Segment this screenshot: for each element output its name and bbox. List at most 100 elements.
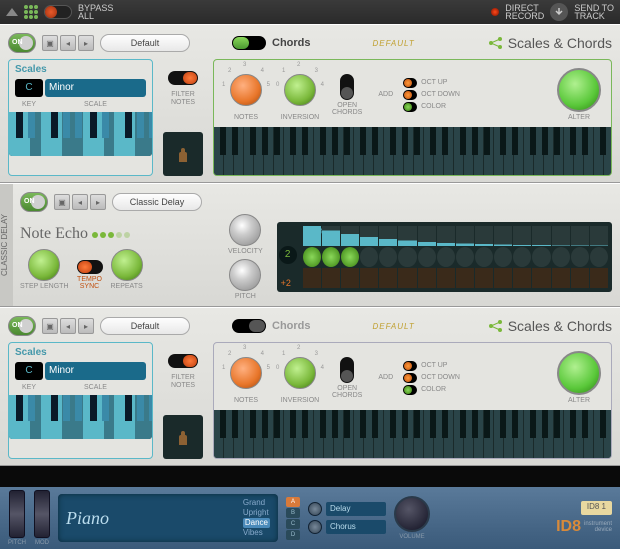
fx1-knob[interactable] bbox=[308, 502, 322, 516]
alter-label: ALTER bbox=[568, 114, 590, 121]
notes-label: NOTES bbox=[234, 397, 258, 404]
pitch-wheel[interactable] bbox=[9, 490, 25, 538]
volume-label: VOLUME bbox=[399, 534, 424, 540]
expand-icon[interactable] bbox=[6, 8, 18, 16]
oct-up-toggle[interactable] bbox=[403, 78, 417, 88]
bypass-all-label: BYPASS ALL bbox=[78, 4, 113, 20]
slot-A[interactable]: A bbox=[286, 497, 300, 507]
volume-knob[interactable] bbox=[394, 496, 430, 532]
id8-patch-name[interactable]: ID8 1 bbox=[581, 501, 612, 515]
patch-name-display[interactable]: Classic Delay bbox=[112, 193, 202, 211]
step-length-knob[interactable] bbox=[28, 249, 60, 281]
scales-title: Scales bbox=[15, 64, 146, 75]
device-brand: Note Echo bbox=[20, 225, 220, 243]
color-toggle[interactable] bbox=[403, 385, 417, 395]
add-label: ADD bbox=[378, 374, 393, 381]
echo-display: 77% 2 +2 bbox=[277, 222, 612, 292]
oct-up-toggle[interactable] bbox=[403, 361, 417, 371]
note-echo-device: CLASSIC DELAY ▣ ◂ ▸ Classic Delay Note E… bbox=[0, 183, 620, 307]
scales-chords-device-2: ▣ ◂ ▸ Default Chords DEFAULT Scales & Ch… bbox=[0, 307, 620, 466]
scales-section: Scales C Minor KEYSCALE bbox=[8, 342, 153, 459]
alter-label: ALTER bbox=[568, 397, 590, 404]
patch-prev-icon[interactable]: ◂ bbox=[72, 194, 88, 210]
mod-wheel[interactable] bbox=[34, 490, 50, 538]
brand-icon bbox=[488, 318, 504, 334]
browse-folder-icon[interactable]: ▣ bbox=[54, 194, 70, 210]
pitch-offset-display: +2 bbox=[281, 278, 291, 288]
send-to-track-button[interactable] bbox=[550, 3, 568, 21]
patch-name-display[interactable]: Default bbox=[100, 34, 190, 52]
tempo-sync-toggle[interactable] bbox=[77, 260, 103, 274]
fx2-knob[interactable] bbox=[308, 520, 322, 534]
direct-record-led[interactable] bbox=[491, 8, 499, 16]
power-toggle[interactable] bbox=[20, 192, 48, 212]
scales-chords-device-1: ▣ ◂ ▸ Default Chords DEFAULT Scales & Ch… bbox=[0, 24, 620, 183]
oct-down-label: OCT DOWN bbox=[421, 374, 460, 381]
preset-list: GrandUprightDanceVibes bbox=[243, 498, 270, 538]
add-label: ADD bbox=[378, 91, 393, 98]
alter-knob[interactable] bbox=[557, 68, 601, 112]
slot-B[interactable]: B bbox=[286, 508, 300, 518]
id8-display[interactable]: Piano GrandUprightDanceVibes bbox=[58, 494, 278, 542]
color-label: COLOR bbox=[421, 386, 446, 393]
nine-dot-icon[interactable] bbox=[24, 5, 38, 19]
patch-name-display[interactable]: Default bbox=[100, 317, 190, 335]
open-chords-label: OPEN CHORDS bbox=[332, 385, 362, 399]
chords-enable-toggle[interactable] bbox=[232, 36, 266, 50]
slot-buttons: ABCD bbox=[286, 497, 300, 540]
alter-knob[interactable] bbox=[557, 351, 601, 395]
fx1-display[interactable]: Delay bbox=[326, 502, 386, 516]
power-toggle[interactable] bbox=[8, 33, 36, 53]
open-chords-toggle[interactable] bbox=[340, 357, 354, 383]
color-toggle[interactable] bbox=[403, 102, 417, 112]
power-toggle[interactable] bbox=[8, 316, 36, 336]
scale-label: SCALE bbox=[45, 384, 146, 391]
open-chords-toggle[interactable] bbox=[340, 74, 354, 100]
notes-label: NOTES bbox=[234, 114, 258, 121]
device-brand: Scales & Chords bbox=[488, 35, 612, 51]
default-tag: DEFAULT bbox=[373, 39, 415, 48]
browse-folder-icon[interactable]: ▣ bbox=[42, 318, 58, 334]
repeats-knob[interactable] bbox=[111, 249, 143, 281]
key-display[interactable]: C bbox=[15, 362, 43, 380]
filter-notes-toggle[interactable] bbox=[168, 71, 198, 85]
chord-keyboard-display bbox=[214, 410, 611, 458]
step-count-display: 2 bbox=[279, 246, 297, 264]
patch-next-icon[interactable]: ▸ bbox=[78, 35, 94, 51]
browse-folder-icon[interactable]: ▣ bbox=[42, 35, 58, 51]
player-top-bar: BYPASS ALL DIRECT RECORD SEND TO TRACK bbox=[0, 0, 620, 24]
scale-display[interactable]: Minor bbox=[45, 79, 146, 97]
scale-display[interactable]: Minor bbox=[45, 362, 146, 380]
key-display[interactable]: C bbox=[15, 79, 43, 97]
inversion-knob[interactable]: 01234 bbox=[278, 351, 322, 395]
chords-enable-toggle[interactable] bbox=[232, 319, 266, 333]
chord-keyboard-display bbox=[214, 127, 611, 175]
scales-section: Scales C Minor KEYSCALE bbox=[8, 59, 153, 176]
brand-icon bbox=[488, 35, 504, 51]
velocity-knob[interactable] bbox=[229, 214, 261, 246]
slot-D[interactable]: D bbox=[286, 530, 300, 540]
patch-prev-icon[interactable]: ◂ bbox=[60, 35, 76, 51]
mod-wheel-label: MOD bbox=[35, 540, 49, 546]
fx2-display[interactable]: Chorus bbox=[326, 520, 386, 534]
notes-knob[interactable]: 12345 bbox=[224, 351, 268, 395]
hand-icon bbox=[173, 144, 193, 164]
filter-notes-toggle[interactable] bbox=[168, 354, 198, 368]
direct-record-label: DIRECT RECORD bbox=[505, 4, 544, 20]
inversion-knob[interactable]: 01234 bbox=[278, 68, 322, 112]
patch-prev-icon[interactable]: ◂ bbox=[60, 318, 76, 334]
patch-next-icon[interactable]: ▸ bbox=[90, 194, 106, 210]
oct-down-toggle[interactable] bbox=[403, 90, 417, 100]
pitch-knob[interactable] bbox=[229, 259, 261, 291]
patch-next-icon[interactable]: ▸ bbox=[78, 318, 94, 334]
bypass-all-toggle[interactable] bbox=[44, 5, 72, 19]
oct-down-toggle[interactable] bbox=[403, 373, 417, 383]
inversion-label: INVERSION bbox=[281, 397, 320, 404]
id8-brand: ID8 1 ID8 instrument device bbox=[556, 501, 612, 536]
notes-knob[interactable]: 12345 bbox=[224, 68, 268, 112]
slot-C[interactable]: C bbox=[286, 519, 300, 529]
scale-label: SCALE bbox=[45, 101, 146, 108]
filter-notes-section: FILTER NOTES bbox=[161, 342, 205, 459]
step-length-label: STEP LENGTH bbox=[20, 283, 69, 290]
patch-browse: ▣ ◂ ▸ bbox=[54, 194, 106, 210]
